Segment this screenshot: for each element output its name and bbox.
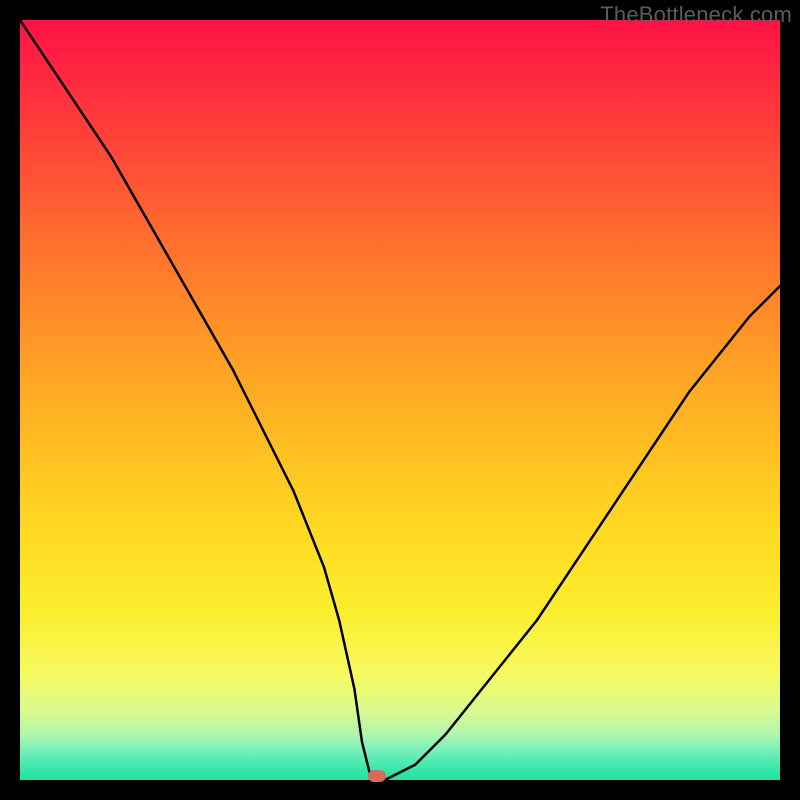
watermark-text: TheBottleneck.com — [600, 2, 792, 28]
chart-frame: TheBottleneck.com — [0, 0, 800, 800]
optimal-point-marker — [368, 770, 386, 782]
bottleneck-curve — [20, 20, 780, 780]
plot-area — [20, 20, 780, 780]
